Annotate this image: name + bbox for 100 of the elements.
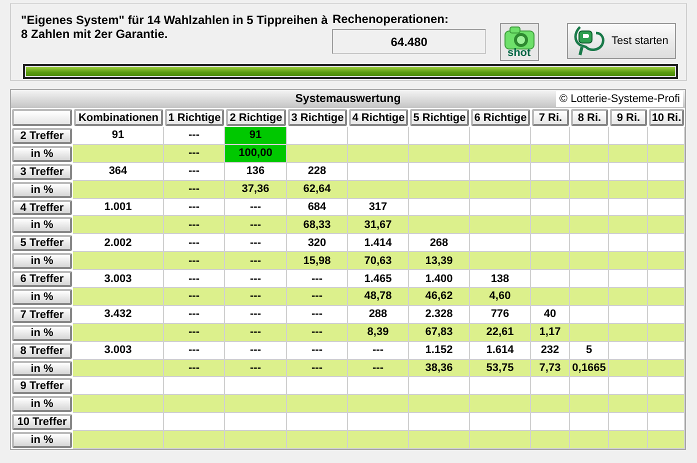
table-cell: 3.432	[73, 306, 164, 324]
table-cell: 5	[570, 342, 609, 360]
table-cell: ---	[225, 270, 287, 288]
table-cell: 1.465	[348, 270, 409, 288]
table-cell: ---	[225, 360, 287, 378]
table-cell: 228	[287, 162, 348, 181]
column-header[interactable]: 9 Ri.	[610, 109, 647, 126]
row-header[interactable]: 6 Treffer	[12, 271, 72, 288]
row-header[interactable]: 4 Treffer	[12, 200, 72, 216]
table-cell: 138	[470, 270, 531, 288]
table-cell: 13,39	[409, 252, 470, 270]
table-cell: ---	[225, 198, 287, 216]
row-header[interactable]: in %	[12, 253, 72, 270]
table-cell: 3.003	[73, 342, 164, 360]
table-cell: ---	[287, 270, 348, 288]
row-header[interactable]: in %	[12, 360, 72, 376]
row-header[interactable]: in %	[12, 289, 72, 305]
table-cell: ---	[164, 360, 225, 378]
table-cell: ---	[164, 306, 225, 324]
stethoscope-icon	[572, 25, 606, 57]
column-header[interactable]: 10 Ri.	[649, 109, 684, 126]
row-header[interactable]: in %	[12, 324, 72, 341]
table-cell: ---	[164, 324, 225, 342]
row-header[interactable]: 9 Treffer	[12, 378, 72, 394]
corner-header	[12, 109, 72, 126]
table-cell: 100,00	[225, 144, 287, 163]
table-cell: 4,60	[470, 288, 531, 306]
table-cell: ---	[164, 162, 225, 181]
table-cell: ---	[287, 306, 348, 324]
table-cell: ---	[225, 216, 287, 234]
table-cell: 317	[348, 198, 409, 216]
column-header[interactable]: 3 Richtige	[288, 109, 347, 126]
table-cell: 1,17	[531, 324, 570, 342]
table-cell: ---	[287, 360, 348, 378]
column-header[interactable]: Kombinationen	[74, 109, 163, 126]
table-cell: ---	[164, 342, 225, 360]
table-cell: 22,61	[470, 324, 531, 342]
column-header[interactable]: 7 Ri.	[532, 109, 569, 126]
table-cell: 364	[73, 162, 164, 181]
table-cell: 31,67	[348, 216, 409, 234]
table-cell: 7,73	[531, 360, 570, 378]
table-cell: 46,62	[409, 288, 470, 306]
table-cell: ---	[287, 342, 348, 360]
table-cell: 1.152	[409, 342, 470, 360]
table-cell: 62,64	[287, 180, 348, 199]
table-cell: ---	[164, 252, 225, 270]
table-cell: ---	[164, 288, 225, 306]
table-cell: ---	[225, 288, 287, 306]
row-header[interactable]: 3 Treffer	[12, 164, 72, 180]
table-cell: 70,63	[348, 252, 409, 270]
table-cell: 288	[348, 306, 409, 324]
row-header[interactable]: in %	[12, 396, 72, 412]
table-cell: 15,98	[287, 252, 348, 270]
row-header[interactable]: 2 Treffer	[12, 128, 72, 144]
table-cell: ---	[164, 198, 225, 216]
table-cell: ---	[287, 288, 348, 306]
table-cell: ---	[225, 324, 287, 342]
system-description: "Eigenes System" für 14 Wahlzahlen in 5 Tippreihen à 8 Zahlen mit 2er Garantie.	[21, 12, 329, 41]
row-header[interactable]: in %	[12, 432, 72, 448]
table-cell: 684	[287, 198, 348, 216]
test-start-button[interactable]: Test starten	[566, 23, 676, 59]
table-cell: ---	[164, 144, 225, 163]
table-cell: ---	[164, 127, 225, 145]
column-header[interactable]: 1 Richtige	[165, 109, 224, 126]
table-cell: 53,75	[470, 360, 531, 378]
table-cell: ---	[225, 252, 287, 270]
row-header[interactable]: in %	[12, 146, 72, 162]
table-cell: 2.328	[409, 306, 470, 324]
table-cell: 91	[225, 127, 287, 145]
row-header[interactable]: in %	[12, 182, 72, 198]
table-cell: 91	[73, 127, 164, 145]
table-cell: 38,36	[409, 360, 470, 378]
table-cell: 1.400	[409, 270, 470, 288]
row-header[interactable]: in %	[12, 217, 72, 234]
column-header[interactable]: 4 Richtige	[349, 109, 408, 126]
row-header[interactable]: 10 Treffer	[12, 414, 72, 430]
row-header[interactable]: 5 Treffer	[12, 235, 72, 252]
table-cell: 232	[531, 342, 570, 360]
column-header[interactable]: 5 Richtige	[410, 109, 469, 126]
column-header[interactable]: 6 Richtige	[471, 109, 530, 126]
column-header[interactable]: 8 Ri.	[571, 109, 608, 126]
table-cell: 776	[470, 306, 531, 324]
shot-button[interactable]: shot	[500, 23, 538, 61]
row-header[interactable]: 8 Treffer	[12, 342, 72, 359]
table-cell: ---	[164, 216, 225, 234]
table-cell: 1.414	[348, 234, 409, 252]
table-cell: 0,1665	[570, 360, 609, 378]
column-header[interactable]: 2 Richtige	[226, 109, 286, 126]
table-cell: 2.002	[73, 234, 164, 252]
camera-icon	[504, 26, 535, 50]
table-cell: 68,33	[287, 216, 348, 234]
table-cell: ---	[164, 234, 225, 252]
table-cell: ---	[225, 234, 287, 252]
table-cell: ---	[287, 324, 348, 342]
table-cell: ---	[164, 270, 225, 288]
row-header[interactable]: 7 Treffer	[12, 306, 72, 323]
operations-field: 64.480	[332, 29, 486, 54]
table-cell: ---	[225, 342, 287, 360]
copyright-label: © Lotterie-Systeme-Profi	[556, 91, 683, 107]
table-cell: 67,83	[409, 324, 470, 342]
